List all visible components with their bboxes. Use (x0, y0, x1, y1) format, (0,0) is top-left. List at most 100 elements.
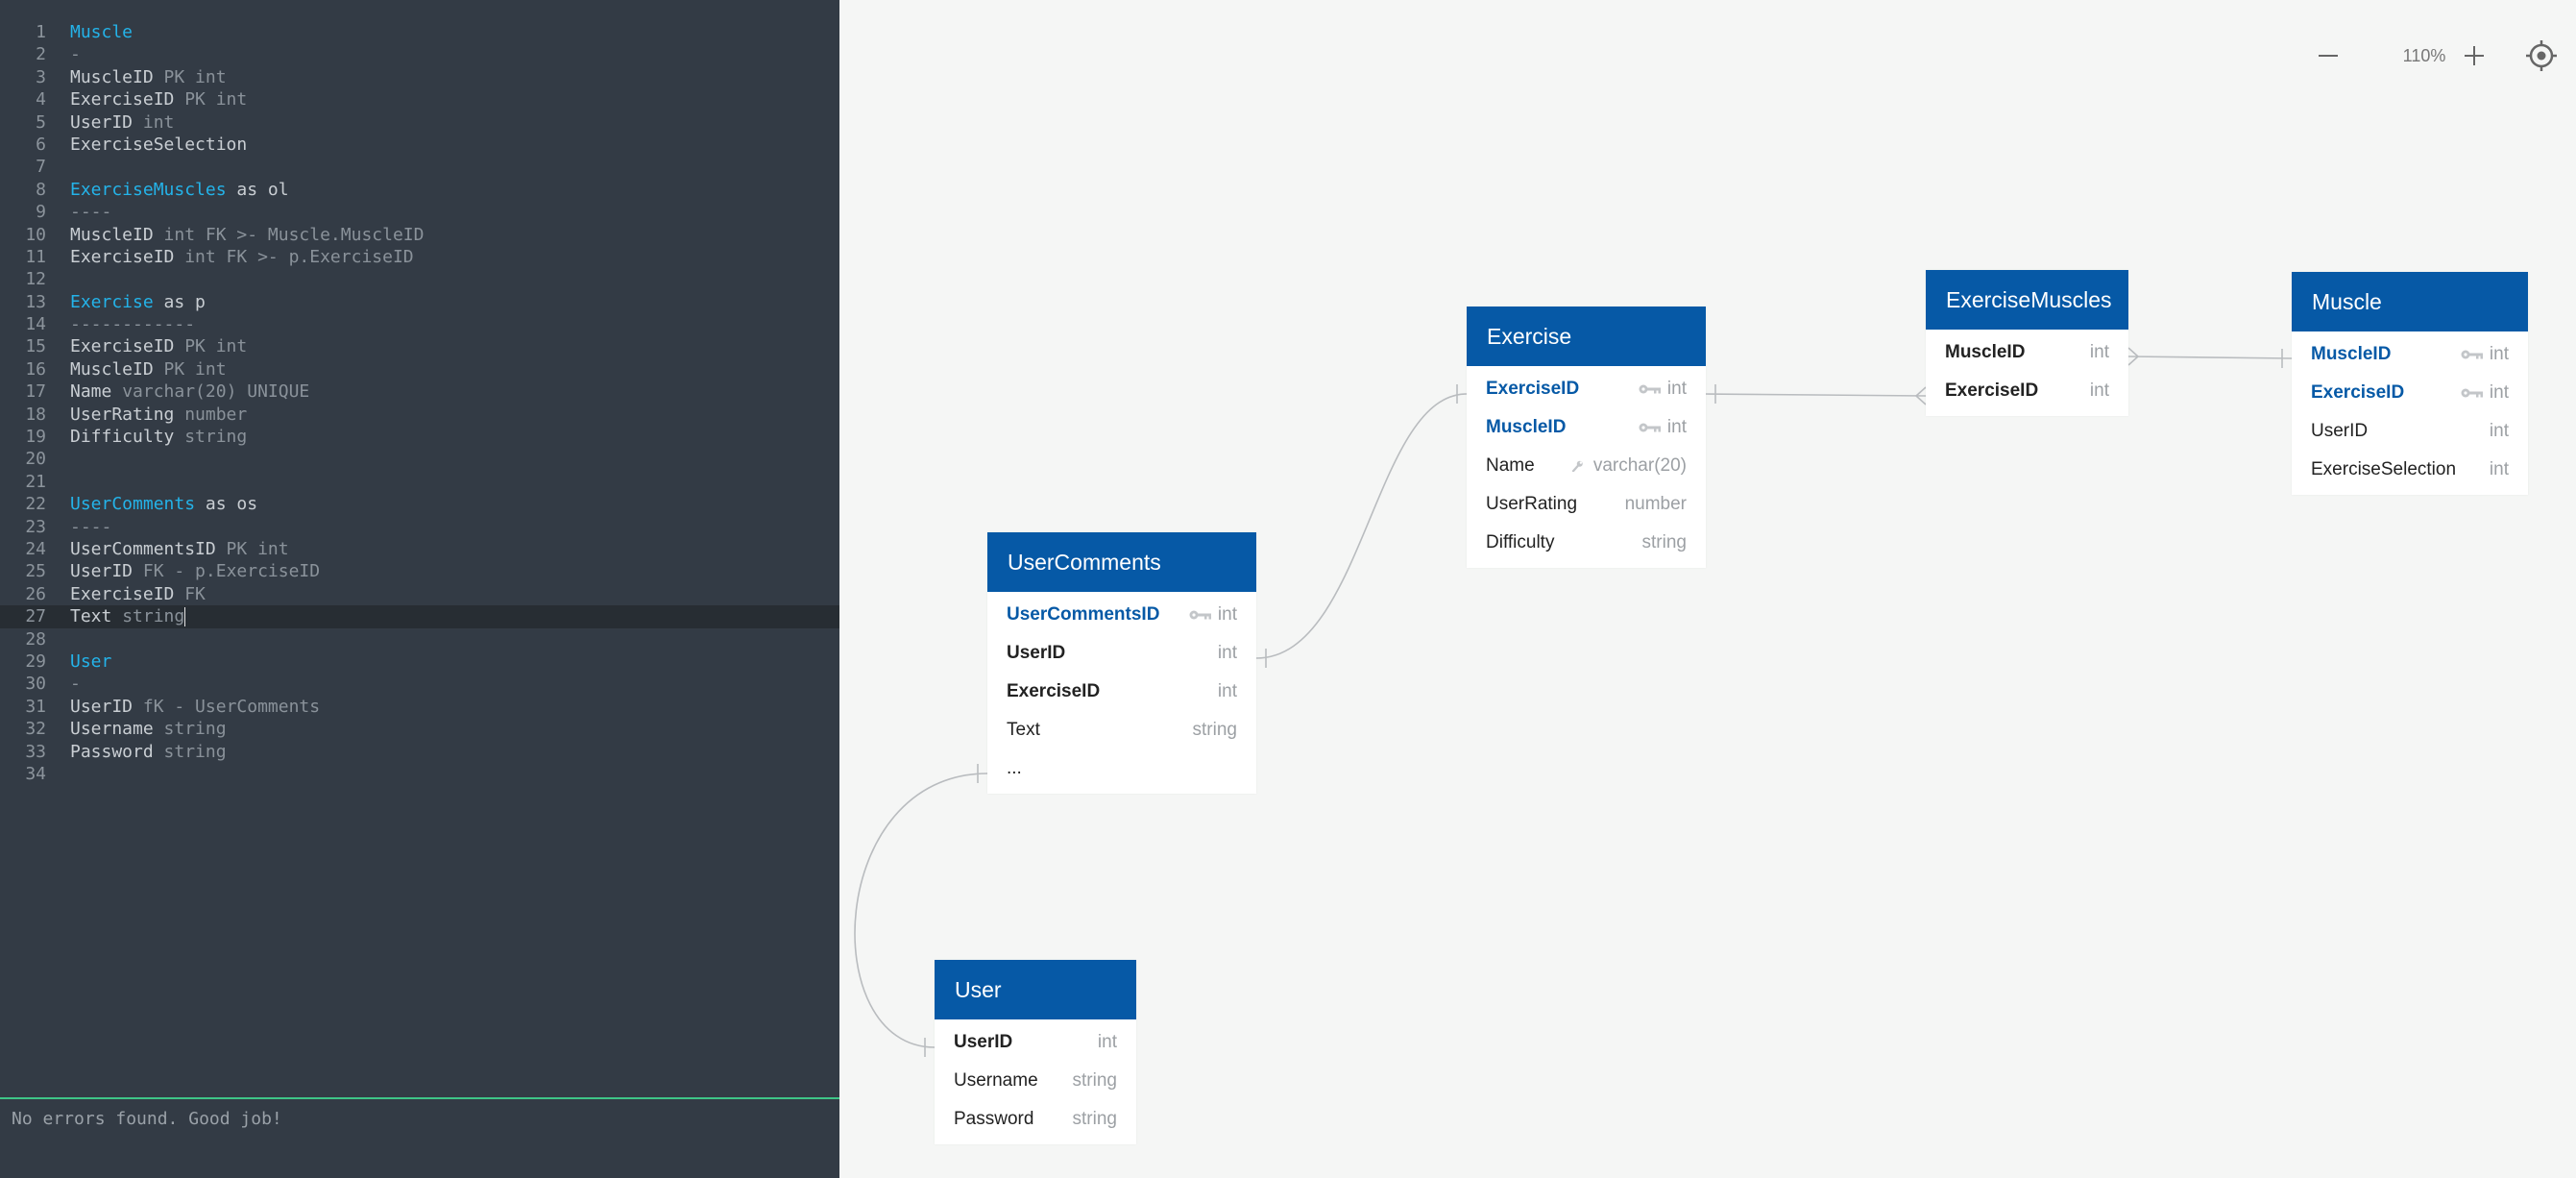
line-number: 31 (25, 696, 46, 717)
code-line[interactable]: 8 ExerciseMuscles as ol (0, 179, 839, 201)
field-type: int (1666, 379, 1687, 399)
code-line[interactable]: 29 User (0, 650, 839, 673)
code-line[interactable]: 3 MuscleID PK int (0, 66, 839, 88)
table-field-row[interactable]: ExerciseID int (1467, 370, 1706, 408)
field-type: string (1192, 720, 1237, 740)
line-text: Text string (70, 605, 186, 627)
table-muscle[interactable]: Muscle MuscleID int ExerciseID int UserID int E… (2292, 272, 2528, 495)
code-line[interactable]: 9 ---- (0, 201, 839, 223)
table-field-row[interactable]: ExerciseID int (2292, 374, 2528, 412)
table-field-row[interactable]: ExerciseID int (987, 673, 1256, 711)
code-line[interactable]: 12 (0, 268, 839, 290)
table-title[interactable]: Muscle (2292, 272, 2528, 331)
code-line[interactable]: 20 (0, 448, 839, 470)
code-editor[interactable]: 1 Muscle 2-3 MuscleID PK int 4 ExerciseID PK … (0, 0, 839, 1178)
table-field-row[interactable]: Username string (935, 1062, 1136, 1100)
line-number: 27 (25, 606, 46, 627)
code-line[interactable]: 4 ExerciseID PK int (0, 88, 839, 110)
code-line[interactable]: 33 Password string (0, 741, 839, 763)
code-line[interactable]: 22 UserComments as os (0, 493, 839, 515)
code-line[interactable]: 13 Exercise as p (0, 291, 839, 313)
table-field-row[interactable]: UserRating number (1467, 485, 1706, 524)
code-token: PK int (153, 358, 227, 380)
table-field-row[interactable]: UserCommentsID int (987, 596, 1256, 634)
table-field-row[interactable]: Text string (987, 711, 1256, 749)
code-line[interactable]: 31 UserID fK - UserComments (0, 696, 839, 718)
code-token: User (70, 650, 112, 672)
code-token: UserID (70, 561, 134, 582)
code-token: as os (195, 494, 258, 515)
key-icon (1639, 384, 1661, 394)
code-line[interactable]: 25 UserID FK - p.ExerciseID (0, 560, 839, 582)
line-number: 11 (25, 246, 46, 267)
table-title[interactable]: ExerciseMuscles (1926, 270, 2128, 330)
code-line[interactable]: 34 (0, 763, 839, 785)
table-field-row[interactable]: ExerciseSelection int (2292, 451, 2528, 489)
code-token: Username (70, 719, 154, 740)
code-line[interactable]: 28 (0, 628, 839, 650)
table-title[interactable]: UserComments (987, 532, 1256, 592)
code-token: int FK >- p.ExerciseID (174, 246, 414, 267)
table-field-row[interactable]: Password string (935, 1100, 1136, 1139)
code-line[interactable]: 11 ExerciseID int FK >- p.ExerciseID (0, 246, 839, 268)
table-title[interactable]: User (935, 960, 1136, 1019)
line-number: 2 (36, 44, 46, 65)
code-line[interactable]: 15 ExerciseID PK int (0, 335, 839, 357)
table-field-row[interactable]: MuscleID int (1467, 408, 1706, 447)
field-type: int (1097, 1032, 1117, 1052)
code-line[interactable]: 26 ExerciseID FK (0, 583, 839, 605)
table-usercomments[interactable]: UserComments UserCommentsID int UserID int Ex… (987, 532, 1256, 794)
code-line[interactable]: 21 (0, 471, 839, 493)
table-field-row[interactable]: UserID int (987, 634, 1256, 673)
text-caret (184, 607, 186, 627)
code-line[interactable]: 18 UserRating number (0, 404, 839, 426)
code-line[interactable]: 23 ---- (0, 516, 839, 538)
table-field-row[interactable]: MuscleID int (2292, 335, 2528, 374)
zoom-in-button[interactable] (2451, 29, 2497, 83)
code-line[interactable]: 5 UserID int (0, 111, 839, 134)
code-line[interactable]: 32 Username string (0, 718, 839, 740)
code-line[interactable]: 27 Text string (0, 605, 839, 628)
code-line[interactable]: 30 - (0, 673, 839, 695)
code-line[interactable]: 7 (0, 156, 839, 178)
field-name: MuscleID (2311, 344, 2392, 364)
code-token: string (153, 719, 227, 740)
recenter-button[interactable] (2518, 29, 2564, 83)
field-name: UserCommentsID (1007, 604, 1160, 625)
table-field-row[interactable]: Difficulty string (1467, 524, 1706, 562)
table-field-row[interactable]: UserID int (2292, 412, 2528, 451)
code-token: FK - p.ExerciseID (133, 561, 321, 582)
code-line[interactable]: 2- (0, 43, 839, 65)
field-type: string (1072, 1070, 1117, 1091)
code-line[interactable]: 1 Muscle (0, 21, 839, 43)
code-lines[interactable]: 1 Muscle 2-3 MuscleID PK int 4 ExerciseID PK … (0, 21, 839, 785)
code-line[interactable]: 6 ExerciseSelection (0, 134, 839, 156)
table-field-row[interactable]: UserID int (935, 1023, 1136, 1062)
table-fields: UserCommentsID int UserID int ExerciseID int T… (987, 592, 1256, 794)
code-line[interactable]: 24 UserCommentsID PK int (0, 538, 839, 560)
line-number: 3 (36, 66, 46, 87)
table-title[interactable]: Exercise (1467, 307, 1706, 366)
table-field-row[interactable]: ... (987, 749, 1256, 788)
code-token: ExerciseMuscles (70, 179, 227, 200)
table-field-row[interactable]: ExerciseID int (1926, 372, 2128, 410)
table-field-row[interactable]: Name varchar(20) (1467, 447, 1706, 485)
table-field-row[interactable]: MuscleID int (1926, 333, 2128, 372)
field-name: Name (1486, 455, 1535, 476)
code-line[interactable]: 19 Difficulty string (0, 426, 839, 448)
zoom-out-button[interactable] (2305, 29, 2351, 83)
code-line[interactable]: 16 MuscleID PK int (0, 358, 839, 380)
table-fields: ExerciseID int MuscleID int Name varchar(20) U… (1467, 366, 1706, 568)
code-token: - (70, 674, 81, 695)
table-user[interactable]: User UserID int Username string Password strin… (935, 960, 1136, 1144)
code-line[interactable]: 14 ------------ (0, 313, 839, 335)
field-name: ExerciseSelection (2311, 459, 2457, 479)
code-line[interactable]: 10 MuscleID int FK >- Muscle.MuscleID (0, 224, 839, 246)
line-text: UserRating number (70, 404, 247, 426)
zoom-controls: 110% (2305, 29, 2564, 83)
line-number: 20 (25, 449, 46, 470)
code-line[interactable]: 17 Name varchar(20) UNIQUE (0, 380, 839, 403)
table-exercisemuscles[interactable]: ExerciseMuscles MuscleID int ExerciseID int (1926, 270, 2128, 416)
table-exercise[interactable]: Exercise ExerciseID int MuscleID int Name varc… (1467, 307, 1706, 568)
code-token: Difficulty (70, 427, 175, 448)
